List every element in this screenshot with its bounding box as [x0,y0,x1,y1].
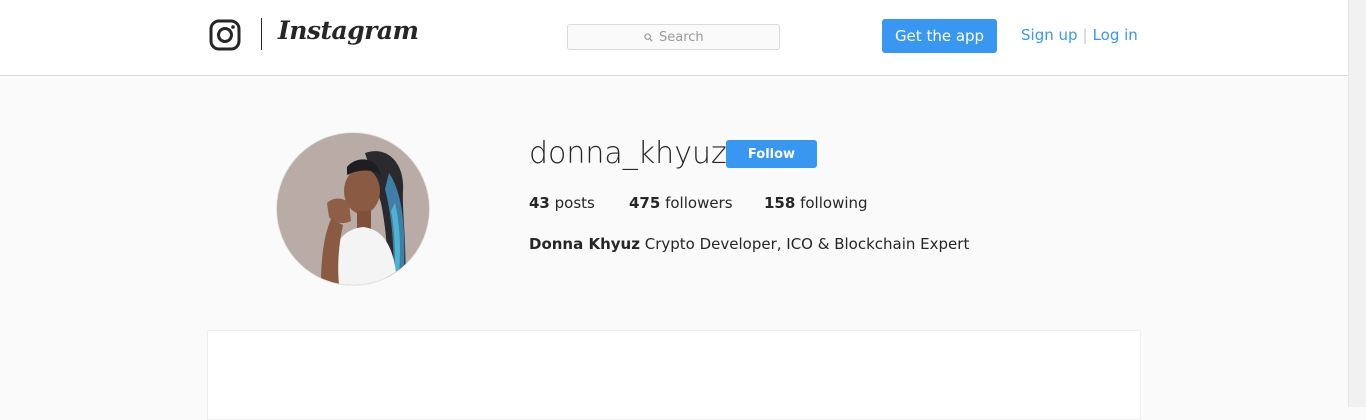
instagram-wordmark[interactable]: Instagram [278,16,419,45]
profile-username: donna_khyuz [529,136,727,171]
posts-count: 43 [529,194,550,212]
posts-label: posts [554,194,595,212]
log-in-link[interactable]: Log in [1093,26,1138,44]
following-label: following [800,194,868,212]
avatar[interactable] [277,133,429,285]
get-the-app-button[interactable]: Get the app [882,19,997,53]
search-icon [644,32,653,42]
instagram-camera-icon[interactable] [209,19,241,51]
search-box[interactable] [567,24,780,50]
following-count: 158 [764,194,796,212]
logo-divider [261,18,262,50]
followers-count: 475 [629,194,661,212]
followers-stat[interactable]: 475 followers [629,194,733,212]
profile-photo [277,133,429,285]
posts-stat: 43 posts [529,194,595,212]
sign-up-link[interactable]: Sign up [1021,26,1078,44]
profile-bio-text: Crypto Developer, ICO & Blockchain Exper… [644,235,970,253]
profile-bio: Donna Khyuz Crypto Developer, ICO & Bloc… [529,235,969,253]
auth-links: Sign up | Log in [1021,26,1138,44]
profile-full-name: Donna Khyuz [529,235,640,253]
follow-button[interactable]: Follow [726,140,817,168]
search-input[interactable] [659,29,703,45]
top-navbar: Instagram Get the app Sign up| Log in [0,0,1349,76]
followers-label: followers [665,194,733,212]
auth-separator: | [1082,26,1088,44]
following-stat[interactable]: 158 following [764,194,868,212]
scrollbar[interactable] [1348,0,1366,407]
